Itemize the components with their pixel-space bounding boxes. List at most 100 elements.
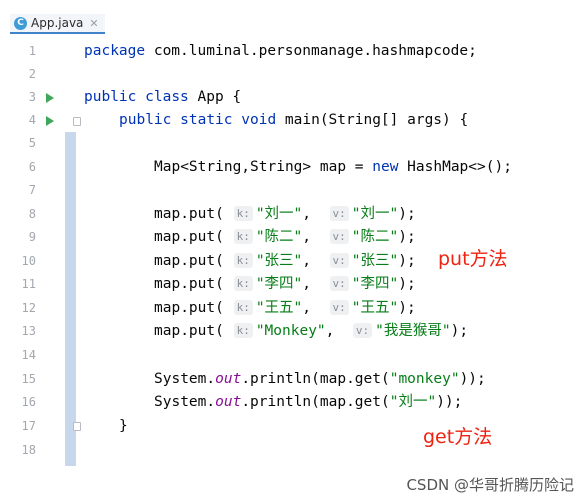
run-main-icon[interactable] <box>46 116 54 126</box>
keyword: package <box>84 43 146 59</box>
keyword: static <box>180 112 233 128</box>
string-literal: "刘一" <box>351 206 399 222</box>
code-line-11: map.put( k: "李四", v: "李四"); <box>154 273 416 296</box>
code-text: , <box>325 323 335 339</box>
fold-marker-icon[interactable] <box>73 117 81 126</box>
run-class-icon[interactable] <box>46 93 54 103</box>
string-literal: "张三" <box>351 253 399 269</box>
code-text: main(String[] args) { <box>276 112 469 128</box>
code-line-6: Map<String,String> map = new HashMap<>()… <box>154 156 512 179</box>
code-text: ); <box>398 229 416 245</box>
code-text: , <box>302 253 312 269</box>
code-line-3: public class App { <box>84 86 241 109</box>
code-line-9: map.put( k: "陈二", v: "陈二"); <box>154 226 416 249</box>
code-text: )); <box>436 394 463 410</box>
string-literal: "刘一" <box>255 206 303 222</box>
code-line-4: public static void main(String[] args) { <box>119 109 468 132</box>
string-literal: "李四" <box>255 276 303 292</box>
line-number: 2 <box>28 67 36 81</box>
static-field: out <box>215 394 242 410</box>
code-text: ); <box>398 206 416 222</box>
code-text: map.put( <box>154 229 224 245</box>
code-line-12: map.put( k: "王五", v: "王五"); <box>154 297 416 320</box>
code-text: HashMap<>(); <box>398 159 512 175</box>
watermark: CSDN @华哥折腾历险记 <box>406 476 574 494</box>
string-literal: "我是猴哥" <box>375 323 451 339</box>
param-hint: k: <box>233 229 253 244</box>
param-hint: k: <box>233 300 253 315</box>
code-line-17: } <box>119 418 128 434</box>
close-icon[interactable]: ✕ <box>89 17 98 30</box>
annotation-put: put方法 <box>438 248 508 270</box>
code-line-1: package com.luminal.personmanage.hashmap… <box>84 40 477 63</box>
code-text: map.put( <box>154 323 224 339</box>
keyword: void <box>241 112 277 128</box>
tab-app-java[interactable]: C App.java ✕ <box>10 14 105 34</box>
line-number: 8 <box>28 207 36 221</box>
line-number: 13 <box>21 324 36 338</box>
code-text: )); <box>459 371 486 387</box>
string-literal: "王五" <box>351 300 399 316</box>
code-text: , <box>302 206 312 222</box>
code-line-10: map.put( k: "张三", v: "张三"); <box>154 250 416 273</box>
code-text: .println(map.get( <box>241 371 390 387</box>
code-line-8: map.put( k: "刘一", v: "刘一"); <box>154 203 416 226</box>
line-number: 14 <box>21 348 36 362</box>
line-number: 17 <box>21 419 36 433</box>
keyword: class <box>145 89 189 105</box>
code-text: ); <box>398 300 416 316</box>
param-hint: v: <box>329 300 349 315</box>
line-number: 4 <box>28 113 36 127</box>
line-number: 16 <box>21 395 36 409</box>
code-text: ); <box>398 253 416 269</box>
param-hint: v: <box>329 206 349 221</box>
tab-label: App.java <box>31 16 84 30</box>
code-text: , <box>302 229 312 245</box>
code-text: map.put( <box>154 206 224 222</box>
string-literal: "陈二" <box>255 229 303 245</box>
string-literal: "王五" <box>255 300 303 316</box>
code-text: , <box>302 300 312 316</box>
keyword: public <box>119 112 172 128</box>
static-field: out <box>215 371 242 387</box>
param-hint: k: <box>233 323 253 338</box>
line-number: 11 <box>21 277 36 291</box>
code-text: map.put( <box>154 253 224 269</box>
line-number: 1 <box>28 44 36 58</box>
code-text: App { <box>188 89 242 105</box>
code-text: com.luminal.personmanage.hashmapcode; <box>145 43 477 59</box>
keyword: new <box>372 159 399 175</box>
code-text: ); <box>450 323 469 339</box>
param-hint: k: <box>233 276 253 291</box>
param-hint: v: <box>329 253 349 268</box>
string-literal: "Monkey" <box>255 323 326 339</box>
line-number: 10 <box>21 254 36 268</box>
code-text: .println(map.get( <box>241 394 390 410</box>
code-text: System. <box>154 394 216 410</box>
code-text: map.put( <box>154 300 224 316</box>
code-text: System. <box>154 371 216 387</box>
param-hint: v: <box>329 229 349 244</box>
param-hint: v: <box>352 323 373 338</box>
string-literal: "刘一" <box>389 394 437 410</box>
line-number: 5 <box>28 136 36 150</box>
string-literal: "李四" <box>351 276 399 292</box>
code-text: map.put( <box>154 276 224 292</box>
keyword: public <box>84 89 137 105</box>
line-number: 18 <box>21 443 36 457</box>
line-number: 15 <box>21 372 36 386</box>
editor-tab-bar: C App.java ✕ <box>0 0 584 34</box>
code-line-15: System.out.println(map.get("monkey")); <box>154 368 486 391</box>
code-text: Map<String,String> map = <box>154 159 373 175</box>
line-number: 12 <box>21 301 36 315</box>
string-literal: "陈二" <box>351 229 399 245</box>
java-class-icon: C <box>14 16 27 30</box>
line-number: 7 <box>28 183 36 197</box>
param-hint: k: <box>233 206 253 221</box>
code-text: ); <box>398 276 416 292</box>
code-line-16: System.out.println(map.get("刘一")); <box>154 391 462 414</box>
string-literal: "monkey" <box>389 371 460 387</box>
code-line-13: map.put( k: "Monkey", v: "我是猴哥"); <box>154 320 468 343</box>
line-number: 3 <box>28 90 36 104</box>
fold-marker-icon[interactable] <box>73 422 81 431</box>
